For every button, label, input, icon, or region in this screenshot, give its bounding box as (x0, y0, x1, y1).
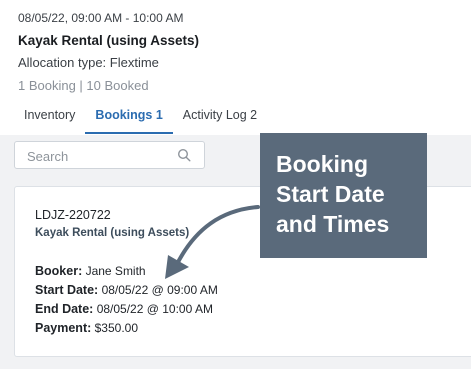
start-date-label: Start Date: (35, 283, 99, 297)
search-icon[interactable] (177, 148, 191, 162)
booking-title: Kayak Rental (using Assets) (18, 33, 200, 48)
start-date-row: Start Date: 08/05/22 @ 09:00 AM (35, 283, 218, 297)
search-input[interactable] (27, 147, 167, 165)
tab-activity-log[interactable]: Activity Log 2 (173, 100, 267, 134)
callout-line-1: Booking (276, 151, 368, 177)
start-date-value: 08/05/22 @ 09:00 AM (101, 283, 218, 297)
end-date-row: End Date: 08/05/22 @ 10:00 AM (35, 302, 213, 316)
payment-label: Payment: (35, 321, 92, 335)
booker-row: Booker: Jane Smith (35, 264, 146, 278)
end-date-label: End Date: (35, 302, 94, 316)
booking-counts: 1 Booking | 10 Booked (18, 78, 149, 93)
callout-line-2: Start Date (276, 181, 385, 207)
booking-header: 08/05/22, 09:00 AM - 10:00 AM Kayak Rent… (0, 0, 471, 135)
search-box[interactable] (14, 141, 205, 169)
payment-row: Payment: $350.00 (35, 321, 138, 335)
callout-line-3: and Times (276, 211, 390, 237)
booking-service: Kayak Rental (using Assets) (35, 227, 190, 239)
booker-label: Booker: (35, 264, 83, 278)
booking-reference: LDJZ-220722 (35, 208, 111, 222)
allocation-type: Allocation type: Flextime (18, 55, 159, 70)
booking-time-range: 08/05/22, 09:00 AM - 10:00 AM (18, 11, 184, 25)
booker-value: Jane Smith (85, 264, 146, 278)
tab-bar: Inventory Bookings 1 Activity Log 2 (14, 100, 267, 134)
tab-bookings[interactable]: Bookings 1 (85, 100, 173, 134)
end-date-value: 08/05/22 @ 10:00 AM (96, 302, 213, 316)
payment-value: $350.00 (94, 321, 139, 335)
tab-inventory[interactable]: Inventory (14, 100, 85, 134)
annotation-callout: Booking Start Date and Times (260, 133, 427, 258)
